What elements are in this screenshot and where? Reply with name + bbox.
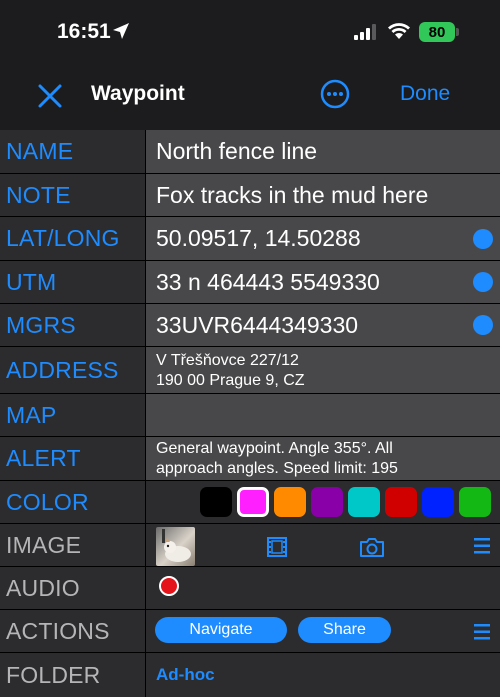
audio-field [146,567,500,609]
navigate-button[interactable]: Navigate [155,617,287,643]
row-audio: AUDIO [0,567,500,609]
color-swatches [200,487,491,517]
address-field[interactable]: V Třešňovce 227/12 190 00 Prague 9, CZ [146,347,500,393]
video-icon[interactable] [266,536,288,558]
note-label: NOTE [0,174,145,216]
image-menu-icon[interactable] [473,536,491,556]
row-map: MAP [0,394,500,436]
row-alert: ALERT General waypoint. Angle 355°. All … [0,437,500,480]
share-button[interactable]: Share [298,617,391,643]
latlong-label: LAT/LONG [0,217,145,260]
actions-field: Navigate Share [146,610,500,652]
row-actions: ACTIONS Navigate Share [0,610,500,652]
nav-bar: Waypoint Done [0,62,500,130]
latlong-toggle-icon[interactable] [473,228,493,249]
alert-field[interactable]: General waypoint. Angle 355°. All approa… [146,437,500,480]
location-arrow-icon [113,23,129,39]
note-field[interactable]: Fox tracks in the mud here [146,174,500,216]
row-image: IMAGE [0,524,500,566]
utm-value: 33 n 464443 5549330 [156,268,380,295]
row-name: NAME North fence line [0,130,500,173]
address-label: ADDRESS [0,347,145,393]
utm-label: UTM [0,261,145,303]
status-bar: 16:51 80 [0,0,500,62]
image-field [146,524,500,566]
row-latlong: LAT/LONG 50.09517, 14.50288 [0,217,500,260]
color-label: COLOR [0,481,145,523]
waypoint-table: NAME North fence line NOTE Fox tracks in… [0,130,500,697]
folder-label: FOLDER [0,653,145,697]
address-line-1: V Třešňovce 227/12 [156,351,299,369]
name-field[interactable]: North fence line [146,130,500,173]
address-line-2: 190 00 Prague 9, CZ [156,371,305,389]
audio-label: AUDIO [0,567,145,609]
more-options-icon[interactable] [320,79,350,109]
alert-line-2: approach angles. Speed limit: 195 [156,460,398,477]
close-icon[interactable] [36,82,64,110]
utm-toggle-icon[interactable] [473,272,493,292]
row-color: COLOR [0,481,500,523]
alert-line-1: General waypoint. Angle 355°. All [156,440,393,457]
color-swatch[interactable] [385,487,417,517]
done-button[interactable]: Done [400,82,450,106]
color-swatch[interactable] [274,487,306,517]
map-field[interactable] [146,394,500,436]
latlong-value: 50.09517, 14.50288 [156,225,361,251]
status-time: 16:51 [57,20,111,43]
color-field [146,481,500,523]
mgrs-field[interactable]: 33UVR6444349330 [146,304,500,346]
utm-field[interactable]: 33 n 464443 5549330 [146,261,500,303]
mgrs-value: 33UVR6444349330 [156,311,359,338]
page-title: Waypoint [91,82,185,105]
battery-cap [456,28,459,36]
color-swatch[interactable] [459,487,491,517]
row-address: ADDRESS V Třešňovce 227/12 190 00 Prague… [0,347,500,393]
name-label: NAME [0,130,145,173]
actions-menu-icon[interactable] [473,622,491,642]
row-utm: UTM 33 n 464443 5549330 [0,261,500,303]
row-note: NOTE Fox tracks in the mud here [0,174,500,216]
image-label: IMAGE [0,524,145,566]
folder-field[interactable]: Ad-hoc [146,653,500,697]
folder-value: Ad-hoc [156,665,215,684]
mgrs-label: MGRS [0,304,145,346]
map-label: MAP [0,394,145,436]
row-mgrs: MGRS 33UVR6444349330 [0,304,500,346]
cellular-signal-icon [354,24,376,40]
dog-photo-icon [162,529,191,562]
image-thumbnail[interactable] [156,527,195,566]
mgrs-toggle-icon[interactable] [473,315,493,335]
color-swatch[interactable] [200,487,232,517]
color-swatch[interactable] [237,487,269,517]
color-swatch[interactable] [422,487,454,517]
camera-icon[interactable] [359,536,385,558]
latlong-field[interactable]: 50.09517, 14.50288 [146,217,500,260]
row-folder: FOLDER Ad-hoc [0,653,500,697]
battery-indicator: 80 [419,22,455,42]
wifi-icon [388,23,410,39]
color-swatch[interactable] [348,487,380,517]
actions-label: ACTIONS [0,610,145,652]
alert-label: ALERT [0,437,145,480]
color-swatch[interactable] [311,487,343,517]
record-icon[interactable] [159,576,179,596]
